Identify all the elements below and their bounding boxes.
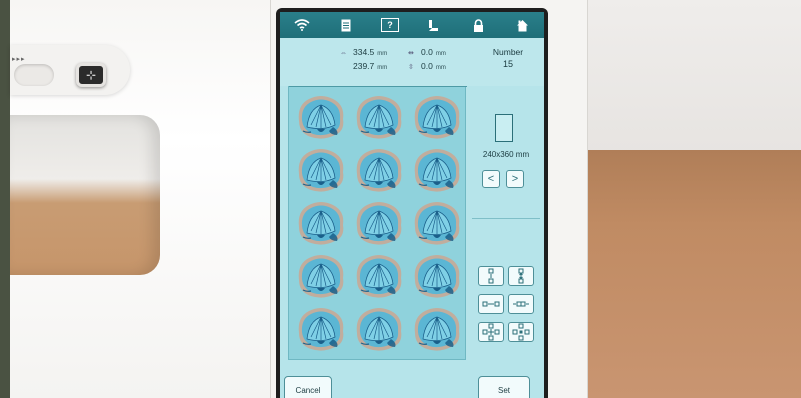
repeat-count: Number 15 bbox=[480, 46, 536, 70]
horizontal-expand-icon bbox=[513, 301, 529, 307]
hoop-icon bbox=[495, 114, 513, 142]
cross-spacing-decrease-button[interactable] bbox=[478, 322, 504, 342]
vertical-compress-icon bbox=[488, 268, 494, 284]
seashell-motif bbox=[414, 96, 460, 139]
vertical-spacing-increase-button[interactable] bbox=[508, 266, 534, 286]
next-hoop-button[interactable]: > bbox=[506, 170, 524, 188]
motif-grid bbox=[293, 91, 463, 355]
seashell-motif bbox=[298, 202, 344, 245]
seashell-motif bbox=[298, 255, 344, 298]
lcd-screen: ? ⇔334.5mm 239.7mm ⇹0.0mm ⇳0.0mm bbox=[280, 12, 544, 398]
cross-spacing-increase-button[interactable] bbox=[508, 322, 534, 342]
seashell-motif bbox=[298, 149, 344, 192]
set-button[interactable]: Set bbox=[478, 376, 530, 398]
size-height: 239.7 bbox=[353, 61, 375, 71]
pattern-offset: ⇹ 0.0 mm ⇳ 0.0 mm bbox=[408, 46, 446, 74]
thread-icon[interactable] bbox=[421, 15, 447, 35]
top-icon-bar: ? bbox=[280, 12, 544, 38]
seashell-motif bbox=[356, 96, 402, 139]
wooden-table bbox=[586, 150, 801, 398]
seashell-motif bbox=[414, 255, 460, 298]
horizontal-compress-icon bbox=[482, 301, 500, 307]
seashell-motif bbox=[414, 149, 460, 192]
panel-divider bbox=[472, 218, 540, 219]
needle-position-button[interactable]: ⊹ bbox=[76, 63, 106, 87]
seashell-motif bbox=[298, 308, 344, 351]
number-label: Number bbox=[492, 47, 524, 57]
offset-x: 0.0 bbox=[421, 47, 433, 57]
embroidery-preview[interactable] bbox=[288, 86, 467, 360]
offset-y: 0.0 bbox=[421, 61, 433, 71]
wifi-icon[interactable] bbox=[289, 15, 315, 35]
seashell-motif bbox=[356, 202, 402, 245]
seashell-motif bbox=[356, 308, 402, 351]
layout-panel: 240x360 mm < > bbox=[472, 86, 540, 360]
document-icon[interactable] bbox=[333, 15, 359, 35]
width-icon: ⇔ bbox=[340, 50, 347, 57]
vertical-offset-icon: ⇳ bbox=[408, 64, 414, 71]
machine-edge bbox=[0, 0, 10, 398]
seashell-motif bbox=[356, 255, 402, 298]
hoop-size-label: 240x360 mm bbox=[482, 150, 530, 159]
previous-hoop-button[interactable]: < bbox=[482, 170, 500, 188]
cancel-button[interactable]: Cancel bbox=[284, 376, 332, 398]
vertical-spacing-decrease-button[interactable] bbox=[478, 266, 504, 286]
needle-icon: ⊹ bbox=[85, 68, 97, 82]
speed-slider[interactable] bbox=[14, 64, 54, 86]
background-wall bbox=[586, 0, 801, 170]
seashell-motif bbox=[356, 149, 402, 192]
horizontal-spacing-decrease-button[interactable] bbox=[478, 294, 504, 314]
seashell-motif bbox=[414, 202, 460, 245]
help-icon[interactable]: ? bbox=[377, 15, 403, 35]
pattern-size: ⇔ 334.5 mm 239.7 mm bbox=[340, 47, 388, 71]
home-icon[interactable] bbox=[509, 15, 535, 35]
cross-compress-icon bbox=[482, 323, 500, 341]
cross-expand-icon bbox=[512, 323, 530, 341]
lock-icon[interactable] bbox=[465, 15, 491, 35]
size-width: 334.5 bbox=[353, 47, 375, 57]
vertical-expand-icon bbox=[518, 268, 524, 284]
seashell-motif bbox=[414, 308, 460, 351]
number-value: 15 bbox=[502, 59, 513, 69]
horizontal-spacing-increase-button[interactable] bbox=[508, 294, 534, 314]
seashell-motif bbox=[298, 96, 344, 139]
speed-indicator: ▸▸▸ bbox=[12, 56, 26, 63]
info-panel: ⇔ 334.5 mm 239.7 mm ⇹ 0.0 mm ⇳ 0.0 mm Number 15 bbox=[280, 38, 544, 86]
photo-scene: ▸▸▸ ⊹ ? ⇔ 334.5 mm 239.7 mm ⇹ 0.0 mm ⇳ 0… bbox=[0, 0, 801, 398]
horizontal-offset-icon: ⇹ bbox=[408, 50, 414, 57]
